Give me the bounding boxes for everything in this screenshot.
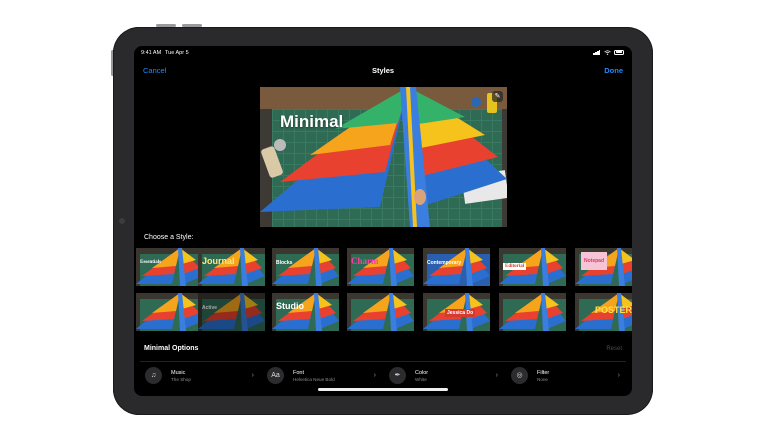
navigation-bar: Cancel Styles Done bbox=[134, 60, 632, 80]
status-indicators bbox=[593, 49, 624, 55]
chevron-right-icon: › bbox=[373, 372, 376, 379]
style-thumbnail[interactable]: POSTER bbox=[575, 293, 632, 331]
options-row: ♫ Music The Shop › Aa Font Helvetica Neu… bbox=[140, 361, 626, 387]
filter-icon: ◎ bbox=[511, 367, 528, 384]
style-thumbnail[interactable]: Contemporary bbox=[423, 248, 490, 286]
thumbnail-kite bbox=[136, 248, 203, 286]
style-thumbnail[interactable]: Blocks bbox=[272, 248, 339, 286]
style-thumbnail[interactable]: Editorial bbox=[499, 248, 566, 286]
color-option[interactable]: ✒ Color White › bbox=[384, 367, 502, 387]
option-name: Filter bbox=[537, 370, 550, 376]
chevron-right-icon: › bbox=[251, 372, 254, 379]
thumbnail-label: Notepad bbox=[581, 252, 607, 270]
page-title: Styles bbox=[371, 66, 395, 75]
music-option[interactable]: ♫ Music The Shop › bbox=[140, 367, 258, 387]
thumbnail-kite bbox=[423, 248, 490, 286]
thumbnail-label: Journal bbox=[202, 256, 235, 266]
thumbnail-mat bbox=[202, 299, 265, 331]
thumbnail-background bbox=[198, 293, 265, 331]
thumbnail-label: Blocks bbox=[276, 260, 293, 266]
style-thumbnail[interactable] bbox=[347, 293, 414, 331]
home-indicator[interactable] bbox=[318, 388, 448, 391]
options-title: Minimal Options bbox=[144, 345, 199, 352]
style-thumbnail[interactable] bbox=[499, 293, 566, 331]
thumbnail-kite bbox=[272, 248, 339, 286]
style-info-icon[interactable]: ✎ bbox=[492, 91, 503, 102]
option-value: Helvetica Neue Bold bbox=[293, 377, 335, 382]
cellular-signal-icon bbox=[593, 49, 601, 55]
style-thumbnail[interactable]: Active bbox=[198, 293, 265, 331]
option-name: Font bbox=[293, 370, 305, 376]
option-value: None bbox=[537, 377, 548, 382]
front-camera bbox=[119, 218, 125, 224]
style-thumbnail[interactable]: Essentials bbox=[136, 248, 203, 286]
chevron-right-icon: › bbox=[495, 372, 498, 379]
thumbnail-label: Jessica Do bbox=[445, 309, 476, 317]
option-value: White bbox=[415, 377, 427, 382]
thumbnail-kite bbox=[499, 293, 566, 331]
thumbnail-label: Charm bbox=[351, 256, 379, 266]
thumbnail-kite bbox=[272, 293, 339, 331]
style-thumbnail[interactable]: Journal bbox=[198, 248, 265, 286]
thumbnail-kite bbox=[198, 248, 265, 286]
choose-style-label: Choose a Style: bbox=[144, 234, 194, 241]
thumbnail-kite bbox=[198, 293, 265, 331]
filter-option[interactable]: ◎ Filter None › bbox=[506, 367, 624, 387]
option-value: The Shop bbox=[171, 377, 191, 382]
done-button[interactable]: Done bbox=[604, 66, 623, 75]
status-time: 9:41 AM bbox=[141, 50, 162, 56]
chevron-right-icon: › bbox=[617, 372, 620, 379]
style-thumbnail[interactable]: Jessica Do bbox=[423, 293, 490, 331]
eyedropper-icon: ✒ bbox=[389, 367, 406, 384]
music-note-icon: ♫ bbox=[145, 367, 162, 384]
font-icon: Aa bbox=[267, 367, 284, 384]
font-option[interactable]: Aa Font Helvetica Neue Bold › bbox=[262, 367, 380, 387]
reset-button[interactable]: Reset bbox=[606, 346, 622, 352]
thumbnail-kite bbox=[136, 293, 203, 331]
thumbnail-label: Active bbox=[202, 305, 218, 311]
kite-image bbox=[260, 87, 507, 227]
screen: 9:41 AM Tue Apr 5 Cancel Styles Done Min… bbox=[134, 46, 632, 396]
wifi-icon bbox=[604, 49, 611, 55]
preview-style-title: Minimal bbox=[280, 112, 344, 131]
style-thumbnail[interactable]: Studio bbox=[272, 293, 339, 331]
option-name: Music bbox=[171, 370, 186, 376]
thumbnail-label: POSTER bbox=[595, 305, 632, 315]
thumbnail-label: Contemporary bbox=[427, 260, 462, 266]
status-bar: 9:41 AM Tue Apr 5 bbox=[134, 46, 632, 58]
thumbnail-kite bbox=[347, 248, 414, 286]
thumbnail-label: Studio bbox=[276, 301, 304, 311]
thumbnail-kite bbox=[347, 293, 414, 331]
option-name: Color bbox=[415, 370, 429, 376]
video-preview[interactable]: Minimal ✎ bbox=[260, 87, 507, 227]
battery-icon bbox=[614, 49, 624, 55]
style-thumbnail[interactable]: Notepad bbox=[575, 248, 632, 286]
style-thumbnail[interactable]: Charm bbox=[347, 248, 414, 286]
thumbnail-label: Essentials bbox=[140, 260, 162, 265]
status-date: Tue Apr 5 bbox=[165, 50, 189, 56]
thumbnail-label: Editorial bbox=[503, 263, 527, 270]
style-thumbnail[interactable] bbox=[136, 293, 203, 331]
